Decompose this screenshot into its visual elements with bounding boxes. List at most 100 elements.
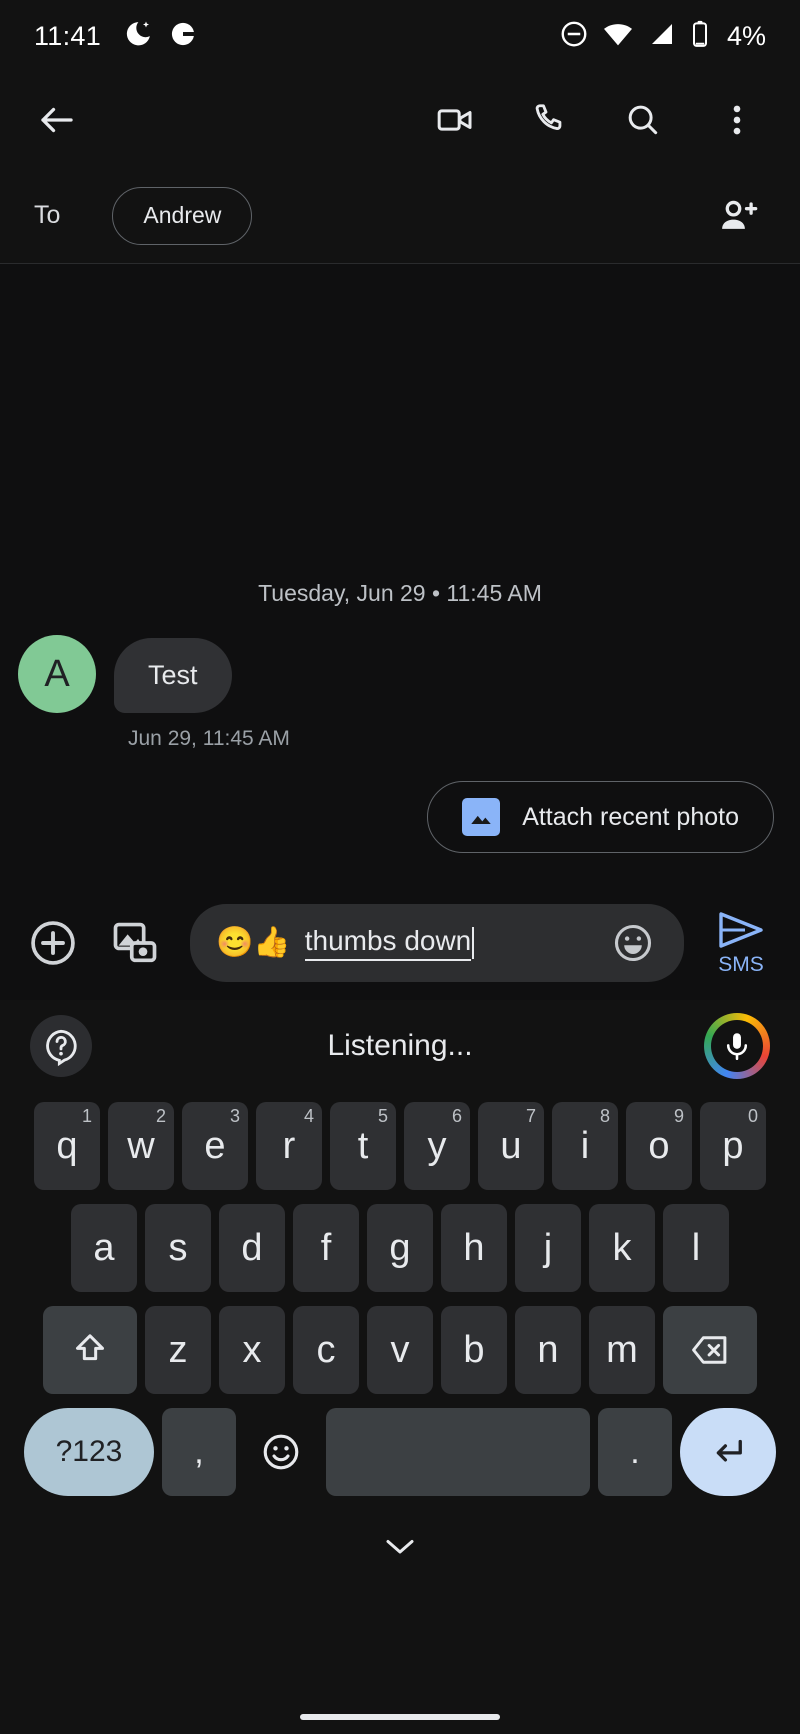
key-hint: 6 <box>451 1106 462 1126</box>
key-label: j <box>543 1226 553 1269</box>
key-label: o <box>648 1124 670 1167</box>
phone-call-icon[interactable] <box>522 93 576 147</box>
key-label: w <box>127 1124 155 1167</box>
wifi-icon <box>602 18 634 55</box>
key-label: v <box>390 1328 410 1371</box>
send-arrow-icon <box>717 910 765 955</box>
message-row: A Test <box>0 607 800 713</box>
status-bar-time: 11:41 <box>34 20 102 51</box>
message-input[interactable]: 😊 👍 thumbs down <box>190 904 684 982</box>
period-key[interactable]: . <box>598 1408 672 1496</box>
key-z[interactable]: z <box>145 1306 211 1394</box>
text-cursor <box>472 927 475 959</box>
key-x[interactable]: x <box>219 1306 285 1394</box>
conversation-area: Tuesday, Jun 29 • 11:45 AM A Test Jun 29… <box>0 264 800 876</box>
key-l[interactable]: l <box>663 1204 729 1292</box>
key-label: f <box>320 1226 332 1269</box>
app-toolbar <box>0 72 800 168</box>
key-p[interactable]: 0p <box>700 1102 766 1190</box>
key-h[interactable]: h <box>441 1204 507 1292</box>
key-label: a <box>93 1226 115 1269</box>
space-key[interactable] <box>326 1408 590 1496</box>
overflow-menu-icon[interactable] <box>710 93 764 147</box>
recipient-chip[interactable]: Andrew <box>112 186 253 245</box>
key-label: m <box>606 1328 638 1371</box>
key-c[interactable]: c <box>293 1306 359 1394</box>
status-bar-right-icons: 4% <box>559 18 766 55</box>
key-n[interactable]: n <box>515 1306 581 1394</box>
suggestion-chip-label: Attach recent photo <box>522 802 739 831</box>
battery-icon <box>690 19 710 54</box>
date-separator: Tuesday, Jun 29 • 11:45 AM <box>258 580 542 606</box>
comma-key[interactable]: , <box>162 1408 236 1496</box>
key-e[interactable]: 3e <box>182 1102 248 1190</box>
key-q[interactable]: 1q <box>34 1102 100 1190</box>
half-circle-icon <box>169 20 197 53</box>
key-label: x <box>242 1328 262 1371</box>
emoji-prefix-thumbsup: 👍 <box>253 926 291 959</box>
key-hint: 7 <box>525 1106 536 1126</box>
search-icon[interactable] <box>616 93 670 147</box>
key-k[interactable]: k <box>589 1204 655 1292</box>
symbols-key-label: ?123 <box>55 1435 123 1468</box>
virtual-keyboard: 1q 2w 3e 4r 5t 6y 7u 8i 9o 0p a s d f g … <box>0 1092 800 1496</box>
gallery-camera-icon[interactable] <box>104 912 166 974</box>
battery-percent: 4% <box>726 20 766 51</box>
key-label: p <box>722 1124 744 1167</box>
key-r[interactable]: 4r <box>256 1102 322 1190</box>
key-y[interactable]: 6y <box>404 1102 470 1190</box>
add-circle-icon[interactable] <box>22 912 84 974</box>
key-b[interactable]: b <box>441 1306 507 1394</box>
key-label: l <box>691 1226 701 1269</box>
key-label: h <box>463 1226 485 1269</box>
home-indicator <box>300 1714 500 1720</box>
key-d[interactable]: d <box>219 1204 285 1292</box>
key-g[interactable]: g <box>367 1204 433 1292</box>
key-v[interactable]: v <box>367 1306 433 1394</box>
key-j[interactable]: j <box>515 1204 581 1292</box>
add-person-icon[interactable] <box>712 189 766 243</box>
microphone-icon[interactable] <box>704 1013 770 1079</box>
period-key-label: . <box>630 1432 640 1471</box>
key-label: z <box>168 1328 188 1371</box>
do-not-disturb-moon-icon <box>123 19 153 54</box>
key-label: n <box>537 1328 559 1371</box>
key-hint: 5 <box>377 1106 388 1126</box>
suggestion-chip-attach-recent-photo[interactable]: Attach recent photo <box>427 781 774 853</box>
enter-arrow-icon[interactable] <box>680 1408 776 1496</box>
emoji-face-icon[interactable] <box>608 918 658 968</box>
key-w[interactable]: 2w <box>108 1102 174 1190</box>
keyboard-collapse-row <box>0 1506 800 1590</box>
video-call-icon[interactable] <box>428 93 482 147</box>
back-arrow-icon[interactable] <box>30 93 84 147</box>
voice-input-row: Listening... <box>0 1000 800 1092</box>
backspace-icon[interactable] <box>663 1306 757 1394</box>
key-t[interactable]: 5t <box>330 1102 396 1190</box>
emoji-prefix-smile: 😊 <box>216 926 254 959</box>
to-label: To <box>34 201 61 229</box>
symbols-key[interactable]: ?123 <box>24 1408 154 1496</box>
message-timestamp: Jun 29, 11:45 AM <box>128 727 290 750</box>
key-u[interactable]: 7u <box>478 1102 544 1190</box>
send-sms-button[interactable]: SMS <box>704 910 778 977</box>
minus-circle-icon <box>559 19 589 54</box>
emoji-key-icon[interactable] <box>244 1408 318 1496</box>
key-s[interactable]: s <box>145 1204 211 1292</box>
row-spacer <box>29 1204 63 1292</box>
message-bubble[interactable]: Test <box>114 638 232 713</box>
key-label: s <box>168 1226 188 1269</box>
key-hint: 8 <box>599 1106 610 1126</box>
row-spacer <box>737 1204 771 1292</box>
shift-arrow-icon[interactable] <box>43 1306 137 1394</box>
key-i[interactable]: 8i <box>552 1102 618 1190</box>
key-a[interactable]: a <box>71 1204 137 1292</box>
status-bar: 11:41 4% <box>0 0 800 72</box>
send-sms-label: SMS <box>718 952 764 976</box>
recipient-row: To Andrew <box>0 168 800 264</box>
chevron-down-icon[interactable] <box>382 1532 418 1565</box>
key-f[interactable]: f <box>293 1204 359 1292</box>
key-m[interactable]: m <box>589 1306 655 1394</box>
key-label: c <box>316 1328 336 1371</box>
message-input-text: thumbs down <box>304 925 472 961</box>
key-o[interactable]: 9o <box>626 1102 692 1190</box>
